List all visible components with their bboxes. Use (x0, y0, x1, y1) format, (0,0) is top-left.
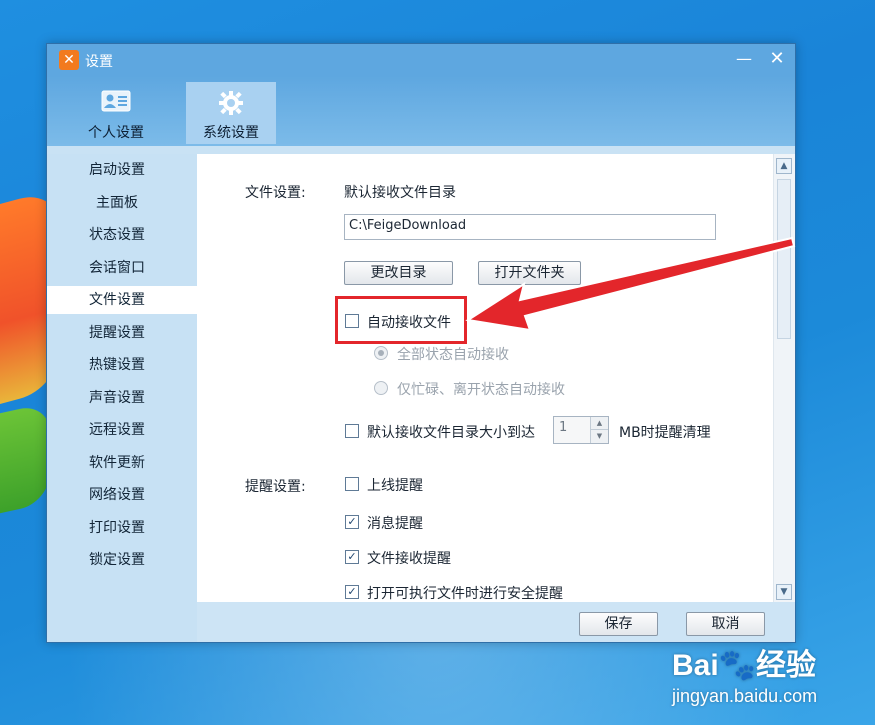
baidu-jingyan-watermark: Bai🐾经验 jingyan.baidu.com (672, 640, 817, 707)
annotation-arrow-icon (465, 236, 796, 332)
watermark-logo: Bai🐾经验 (672, 649, 817, 682)
watermark-url: jingyan.baidu.com (672, 686, 818, 706)
